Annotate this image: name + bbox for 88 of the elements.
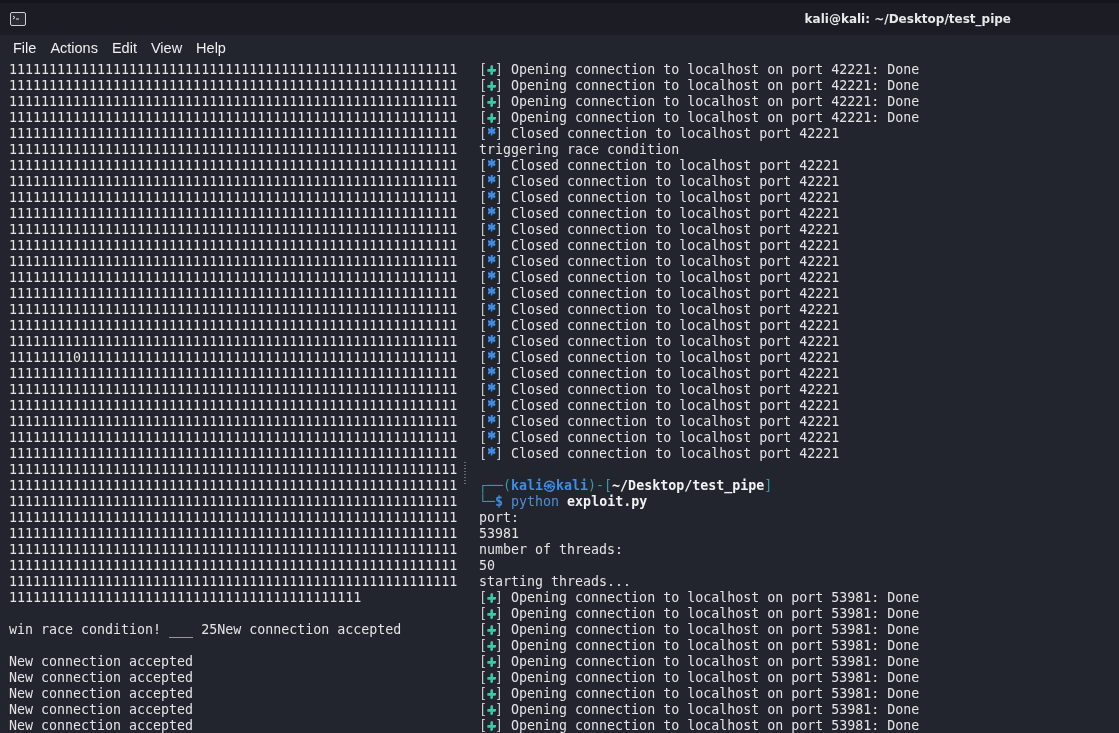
terminal-line: triggering race condition [479,142,680,158]
terminal-line: New connection accepted [9,686,194,702]
terminal-line: 11111111111111111111111111111111111111111111111111111111 [9,78,458,94]
log-line: [*] Closed connection to localhost port 42221 [479,366,840,382]
menu-item[interactable]: File [6,40,44,56]
terminal-line: 11111111111111111111111111111111111111111111111111111111 [9,366,458,382]
terminal-line: 11111111111111111111111111111111111111111111111111111111 [9,526,458,542]
menu-item[interactable]: Actions [43,40,105,56]
log-line: [*] Closed connection to localhost port 42221 [479,222,840,238]
log-line: [*] Closed connection to localhost port 42221 [479,382,840,398]
terminal-line: 50 [479,558,495,574]
terminal-line: 11111111111111111111111111111111111111111111111111111111 [9,142,458,158]
log-line: [*] Closed connection to localhost port 42221 [479,302,840,318]
terminal-line: 11111111111111111111111111111111111111111111111111111111 [9,558,458,574]
terminal-line: starting threads... [479,574,632,590]
prompt-line: ┌──(kali㉿kali)-[~/Desktop/test_pipe] [479,478,773,494]
terminal-line: 11111111111111111111111111111111111111111111111111111111 [9,334,458,350]
terminal-line: 11111111111111111111111111111111111111111111111111111111 [9,94,458,110]
terminal-line: 11111111111111111111111111111111111111111111111111111111 [9,510,458,526]
terminal-line: New connection accepted [9,654,194,670]
terminal-line: 11111111111111111111111111111111111111111111111111111111 [9,206,458,222]
log-line: [*] Closed connection to localhost port 42221 [479,174,840,190]
log-line: [+] Opening connection to localhost on port 42221: Done [479,78,920,94]
terminal-line: port: [479,510,520,526]
menu-item[interactable]: Help [189,40,233,56]
log-line: [*] Closed connection to localhost port 42221 [479,318,840,334]
terminal-line: 11111111111111111111111111111111111111111111111111111111 [9,190,458,206]
log-line: [*] Closed connection to localhost port 42221 [479,430,840,446]
terminal-line: win race condition! ___ 25New connection accepted [9,622,402,638]
terminal-line: New connection accepted [9,702,194,718]
log-line: [*] Closed connection to localhost port 42221 [479,190,840,206]
terminal-line: 11111111011111111111111111111111111111111111111111111111 [9,350,458,366]
terminal-line: 11111111111111111111111111111111111111111111111111111111 [9,382,458,398]
log-line: [+] Opening connection to localhost on port 53981: Done [479,622,920,638]
log-line: [*] Closed connection to localhost port 42221 [479,206,840,222]
log-line: [+] Opening connection to localhost on port 53981: Done [479,590,920,606]
terminal-line: 11111111111111111111111111111111111111111111111111111111 [9,222,458,238]
log-line: [+] Opening connection to localhost on port 53981: Done [479,718,920,733]
menu-item[interactable]: View [143,40,190,56]
terminal-line: 11111111111111111111111111111111111111111111111111111111 [9,254,458,270]
terminal-line: 11111111111111111111111111111111111111111111111111111111 [9,414,458,430]
log-line: [*] Closed connection to localhost port 42221 [479,254,840,270]
menu-item[interactable]: Edit [104,40,144,56]
terminal-line: 11111111111111111111111111111111111111111111111111111111 [9,270,458,286]
log-line: [*] Closed connection to localhost port 42221 [479,350,840,366]
log-line: [+] Opening connection to localhost on port 53981: Done [479,654,920,670]
terminal-line: 11111111111111111111111111111111111111111111111111111111 [9,110,458,126]
log-line: [+] Opening connection to localhost on port 53981: Done [479,702,920,718]
terminal-line: 11111111111111111111111111111111111111111111111111111111 [9,462,458,478]
terminal-line: New connection accepted [9,718,194,733]
terminal-line: number of threads: [479,542,624,558]
log-line: [*] Closed connection to localhost port 42221 [479,158,840,174]
terminal-line: 11111111111111111111111111111111111111111111111111111111 [9,430,458,446]
terminal-line: 11111111111111111111111111111111111111111111111111111111 [9,302,458,318]
terminal-line: 53981 [479,526,520,542]
log-line: [+] Opening connection to localhost on port 53981: Done [479,670,920,686]
terminal-line: 11111111111111111111111111111111111111111111111111111111 [9,478,458,494]
terminal-line: 11111111111111111111111111111111111111111111 [9,590,362,606]
terminal-line: 11111111111111111111111111111111111111111111111111111111 [9,174,458,190]
log-line: [+] Opening connection to localhost on port 42221: Done [479,94,920,110]
terminal-line: 11111111111111111111111111111111111111111111111111111111 [9,494,458,510]
terminal-icon [10,12,26,26]
log-line: [*] Closed connection to localhost port 42221 [479,270,840,286]
terminal-line: 11111111111111111111111111111111111111111111111111111111 [9,238,458,254]
terminal-line: 11111111111111111111111111111111111111111111111111111111 [9,62,458,78]
log-line: [*] Closed connection to localhost port 42221 [479,286,840,302]
log-line: [*] Closed connection to localhost port 42221 [479,126,840,142]
terminal-line: 11111111111111111111111111111111111111111111111111111111 [9,446,458,462]
log-line: [+] Opening connection to localhost on port 42221: Done [479,62,920,78]
log-line: [*] Closed connection to localhost port 42221 [479,446,840,462]
terminal-line: 11111111111111111111111111111111111111111111111111111111 [9,574,458,590]
log-line: [*] Closed connection to localhost port 42221 [479,334,840,350]
command-line: └─$ python exploit.py [479,494,648,510]
terminal-line: 11111111111111111111111111111111111111111111111111111111 [9,286,458,302]
log-line: [+] Opening connection to localhost on port 53981: Done [479,686,920,702]
log-line: [*] Closed connection to localhost port 42221 [479,238,840,254]
log-line: [+] Opening connection to localhost on port 42221: Done [479,110,920,126]
terminal-line: 11111111111111111111111111111111111111111111111111111111 [9,318,458,334]
terminal-line: 11111111111111111111111111111111111111111111111111111111 [9,126,458,142]
window-title: kali@kali: ~/Desktop/test_pipe [804,12,1011,26]
log-line: [+] Opening connection to localhost on port 53981: Done [479,638,920,654]
terminal-line: New connection accepted [9,670,194,686]
log-line: [+] Opening connection to localhost on port 53981: Done [479,606,920,622]
log-line: [*] Closed connection to localhost port 42221 [479,398,840,414]
terminal-line: 11111111111111111111111111111111111111111111111111111111 [9,158,458,174]
terminal-line: 11111111111111111111111111111111111111111111111111111111 [9,542,458,558]
log-line: [*] Closed connection to localhost port 42221 [479,414,840,430]
terminal-line: 11111111111111111111111111111111111111111111111111111111 [9,398,458,414]
